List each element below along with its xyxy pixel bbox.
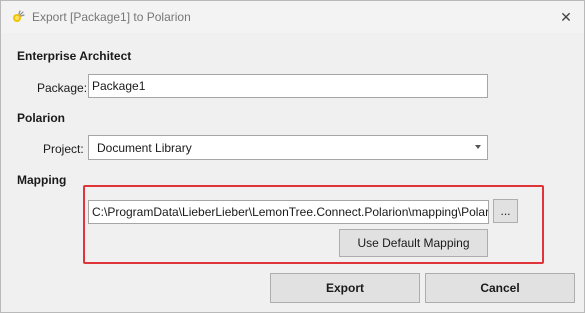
lemontree-app-icon [11, 10, 25, 24]
mapping-path-field[interactable]: C:\ProgramData\LieberLieber\LemonTree.Co… [88, 200, 489, 224]
export-dialog: Export [Package1] to Polarion ✕ Enterpri… [0, 0, 585, 313]
package-label: Package: [37, 81, 88, 95]
polarion-heading: Polarion [17, 111, 66, 125]
project-selected-value: Document Library [97, 141, 192, 155]
browse-button[interactable]: ... [493, 199, 518, 223]
close-icon: ✕ [560, 8, 572, 25]
export-button[interactable]: Export [270, 273, 420, 303]
title-bar[interactable]: Export [Package1] to Polarion ✕ [1, 1, 584, 33]
mapping-heading: Mapping [17, 173, 67, 187]
enterprise-architect-heading: Enterprise Architect [17, 49, 132, 63]
window-title: Export [Package1] to Polarion [32, 10, 191, 24]
use-default-mapping-button[interactable]: Use Default Mapping [339, 229, 488, 257]
project-dropdown[interactable]: Document Library [88, 135, 488, 160]
chevron-down-icon [475, 145, 481, 149]
project-label: Project: [43, 142, 84, 156]
close-button[interactable]: ✕ [552, 5, 580, 29]
cancel-button[interactable]: Cancel [425, 273, 575, 303]
package-field[interactable]: Package1 [88, 74, 488, 98]
